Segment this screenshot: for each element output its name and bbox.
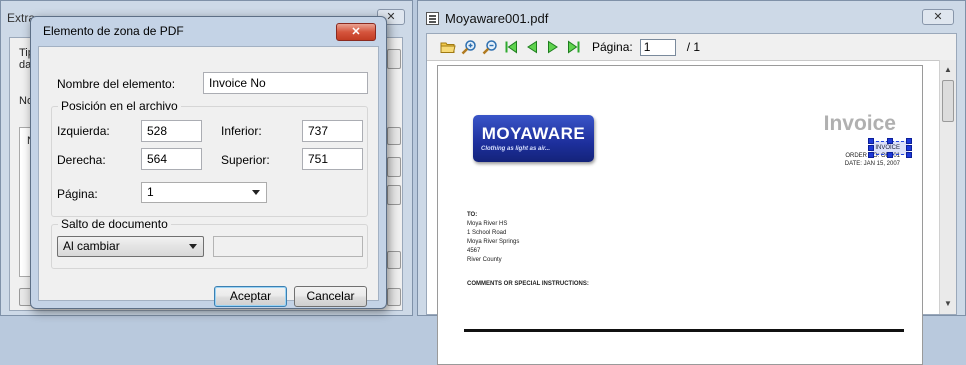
resize-handle[interactable] <box>906 152 912 158</box>
invoice-title: Invoice <box>823 112 896 135</box>
resize-handle[interactable] <box>887 152 893 158</box>
vertical-scrollbar[interactable]: ▲ ▼ <box>939 60 956 314</box>
prev-page-icon[interactable] <box>523 38 541 56</box>
chevron-down-icon <box>189 244 197 249</box>
element-name-label: Nombre del elemento: <box>57 77 176 91</box>
recipient-line: River County <box>467 257 502 263</box>
position-group-title: Posición en el archivo <box>58 99 181 113</box>
resize-handle[interactable] <box>906 138 912 144</box>
dialog-body: Nombre del elemento: Invoice No Posición… <box>38 46 379 307</box>
bottom-field[interactable]: 737 <box>302 120 363 142</box>
recipient-block: TO: Moya River HS 1 School Road Moya Riv… <box>467 211 519 265</box>
logo-name: MOYAWARE <box>481 124 586 143</box>
pdf-page[interactable]: MOYAWARE Clothing as light as air... Inv… <box>437 65 923 365</box>
doc-break-dropdown[interactable]: Al cambiar <box>57 236 204 257</box>
right-label: Derecha: <box>57 153 106 167</box>
cancel-button[interactable]: Cancelar <box>294 286 367 307</box>
ok-button[interactable]: Aceptar <box>214 286 287 307</box>
resize-handle[interactable] <box>906 145 912 151</box>
background-button[interactable] <box>387 288 401 306</box>
table-rule <box>464 329 904 332</box>
page-select-label: Página: <box>57 187 98 201</box>
top-field[interactable]: 751 <box>302 148 363 170</box>
element-name-field[interactable]: Invoice No <box>203 72 368 94</box>
pdf-zone-selection[interactable] <box>868 138 912 158</box>
resize-handle[interactable] <box>868 152 874 158</box>
document-app-icon <box>426 11 439 25</box>
recipient-heading: TO: <box>467 212 478 218</box>
left-label: Izquierda: <box>57 124 110 138</box>
recipient-line: Moya River Springs <box>467 239 520 245</box>
resize-handle[interactable] <box>887 138 893 144</box>
scroll-down-icon[interactable]: ▼ <box>940 296 956 312</box>
logo-tagline: Clothing as light as air... <box>481 146 551 152</box>
background-dropdown[interactable] <box>387 127 401 145</box>
background-button[interactable] <box>387 185 401 205</box>
zoom-out-icon[interactable] <box>481 38 499 56</box>
right-field[interactable]: 564 <box>141 148 202 170</box>
last-page-icon[interactable] <box>565 38 583 56</box>
recipient-line: 1 School Road <box>467 230 507 236</box>
scrollbar-thumb[interactable] <box>942 80 954 122</box>
bottom-label: Inferior: <box>221 124 262 138</box>
dialog-title: Elemento de zona de PDF <box>43 24 184 38</box>
pdf-window-titlebar: Moyaware001.pdf <box>426 9 548 27</box>
invoice-meta-line: DATE: JAN 15, 2007 <box>844 161 900 167</box>
doc-break-group-title: Salto de documento <box>58 217 171 231</box>
background-field[interactable] <box>387 251 401 269</box>
comments-heading: COMMENTS OR SPECIAL INSTRUCTIONS: <box>467 281 589 287</box>
doc-break-dropdown-value: Al cambiar <box>63 239 120 253</box>
background-button[interactable] <box>387 157 401 177</box>
pdf-toolbar: Página: / 1 <box>427 34 956 60</box>
pdf-viewer-window: Moyaware001.pdf ✕ Página: 1 / 1 MOYAWARE… <box>417 0 966 365</box>
resize-handle[interactable] <box>868 138 874 144</box>
pdf-document-view[interactable]: MOYAWARE Clothing as light as air... Inv… <box>427 60 956 365</box>
dialog-close-button[interactable]: ✕ <box>336 23 376 41</box>
open-folder-icon[interactable] <box>439 38 457 56</box>
scroll-up-icon[interactable]: ▲ <box>940 62 956 78</box>
page-dropdown[interactable]: 1 <box>141 182 267 203</box>
page-dropdown-value: 1 <box>147 185 154 199</box>
recipient-line: Moya River HS <box>467 221 508 227</box>
next-page-icon[interactable] <box>544 38 562 56</box>
doc-break-value-field <box>213 236 363 257</box>
background-button[interactable] <box>387 49 401 69</box>
chevron-down-icon <box>252 190 260 195</box>
left-field[interactable]: 528 <box>141 120 202 142</box>
pdf-client-area: Página: / 1 MOYAWARE Clothing as light a… <box>426 33 957 365</box>
pdf-zone-element-dialog: Elemento de zona de PDF ✕ Nombre del ele… <box>30 16 387 309</box>
page-label: Página: <box>592 40 633 54</box>
page-number-input[interactable] <box>639 38 676 56</box>
page-total: / 1 <box>686 40 701 54</box>
first-page-icon[interactable] <box>502 38 520 56</box>
top-label: Superior: <box>221 153 270 167</box>
zoom-in-icon[interactable] <box>460 38 478 56</box>
company-logo: MOYAWARE Clothing as light as air... <box>473 115 594 162</box>
resize-handle[interactable] <box>868 145 874 151</box>
pdf-close-button[interactable]: ✕ <box>922 9 954 25</box>
pdf-window-title: Moyaware001.pdf <box>445 10 549 26</box>
recipient-line: 4567 <box>467 248 481 254</box>
